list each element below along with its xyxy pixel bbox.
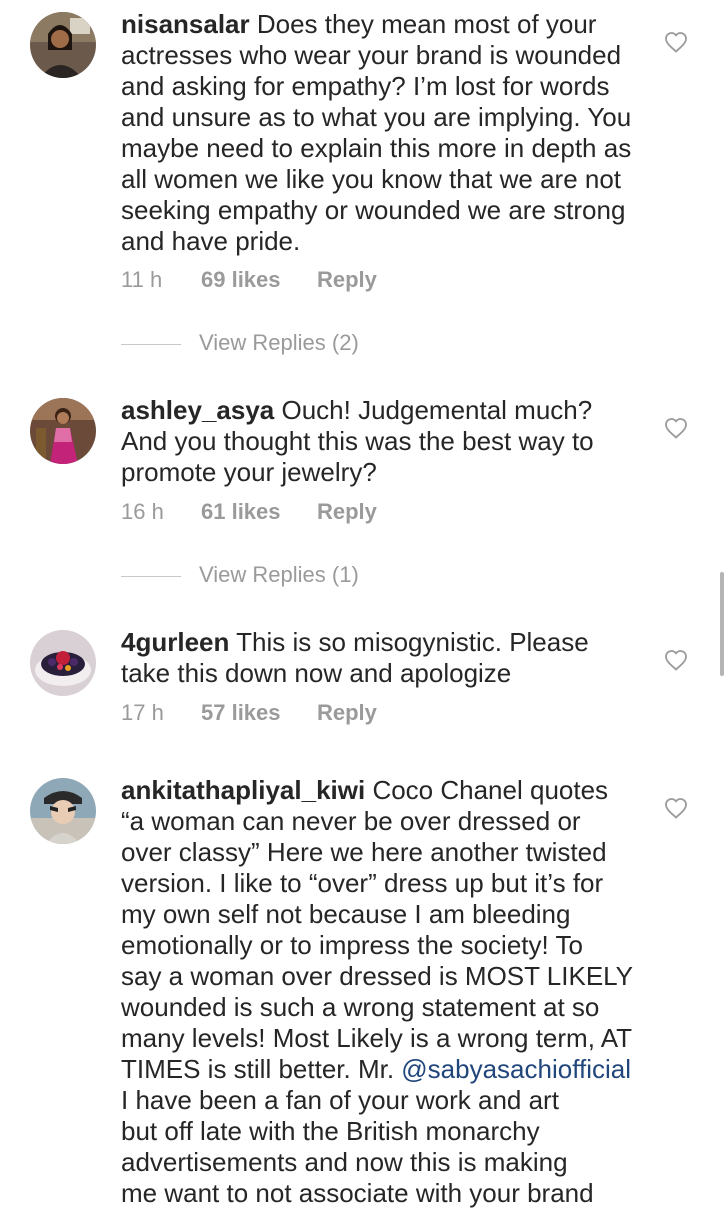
- view-replies-button[interactable]: View Replies (2): [121, 328, 359, 358]
- comment-meta: 17 h 57 likes Reply: [121, 698, 377, 728]
- comment-body: nisansalar Does they mean most of your a…: [121, 9, 641, 257]
- avatar[interactable]: [30, 398, 96, 464]
- comment-timestamp: 16 h: [121, 499, 164, 524]
- comment-timestamp: 17 h: [121, 700, 164, 725]
- comment-text: Does they mean most of your actresses wh…: [121, 9, 632, 256]
- avatar[interactable]: [30, 778, 96, 844]
- comment-text: Coco Chanel quotes “a woman can never be…: [121, 775, 634, 1084]
- mention-link[interactable]: @sabyasachiofficial: [401, 1054, 631, 1084]
- comment-username[interactable]: ankitathapliyal_kiwi: [121, 775, 365, 805]
- divider-line: [121, 575, 181, 577]
- comment-username[interactable]: nisansalar: [121, 9, 250, 39]
- view-replies-label: View Replies (2): [199, 330, 359, 355]
- comment-meta: 16 h 61 likes Reply: [121, 497, 377, 527]
- like-heart-icon[interactable]: [664, 797, 688, 819]
- like-heart-icon[interactable]: [664, 417, 688, 439]
- avatar[interactable]: [30, 630, 96, 696]
- comment-meta: 11 h 69 likes Reply: [121, 265, 377, 295]
- divider-line: [121, 343, 181, 345]
- reply-button[interactable]: Reply: [317, 265, 377, 295]
- like-heart-icon[interactable]: [664, 31, 688, 53]
- scrollbar[interactable]: [720, 572, 724, 676]
- comment-username[interactable]: 4gurleen: [121, 627, 229, 657]
- comment-username[interactable]: ashley_asya: [121, 395, 274, 425]
- view-replies-label: View Replies (1): [199, 562, 359, 587]
- like-heart-icon[interactable]: [664, 649, 688, 671]
- likes-count[interactable]: 61 likes: [201, 497, 317, 527]
- view-replies-button[interactable]: View Replies (1): [121, 560, 359, 590]
- comment-body: ashley_asya Ouch! Judgemental much? And …: [121, 395, 641, 488]
- likes-count[interactable]: 69 likes: [201, 265, 317, 295]
- comment-timestamp: 11 h: [121, 267, 163, 292]
- comment-body: ankitathapliyal_kiwi Coco Chanel quotes …: [121, 775, 641, 1209]
- reply-button[interactable]: Reply: [317, 497, 377, 527]
- avatar[interactable]: [30, 12, 96, 78]
- likes-count[interactable]: 57 likes: [201, 698, 317, 728]
- comment-text: I have been a fan of your work and art b…: [121, 1085, 594, 1208]
- comment-body: 4gurleen This is so misogynistic. Please…: [121, 627, 641, 689]
- reply-button[interactable]: Reply: [317, 698, 377, 728]
